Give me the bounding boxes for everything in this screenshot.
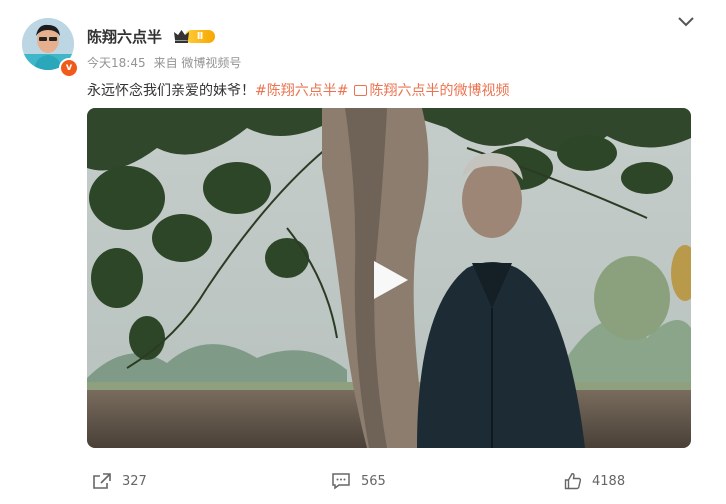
share-count: 327: [122, 473, 147, 489]
post-body: 永远怀念我们亲爱的妹爷！: [87, 83, 255, 99]
comment-count: 565: [361, 473, 386, 489]
level-badge[interactable]: Ⅱ: [173, 28, 217, 45]
link-icon: [354, 84, 368, 96]
author-name[interactable]: 陈翔六点半: [87, 26, 162, 47]
like-count: 4188: [592, 473, 626, 489]
video-link[interactable]: 陈翔六点半的微博视频: [369, 83, 509, 99]
post-source[interactable]: 来自 微博视频号: [154, 56, 242, 70]
post-time[interactable]: 今天18:45: [87, 56, 146, 70]
action-bar: 327 565 4188: [0, 468, 726, 494]
video-player[interactable]: [87, 108, 691, 448]
crown-icon: [174, 30, 189, 43]
verified-icon: v: [59, 58, 79, 78]
comment-icon: [332, 473, 350, 490]
post-text: 永远怀念我们亲爱的妹爷！#陈翔六点半# 陈翔六点半的微博视频: [87, 80, 509, 100]
comment-button[interactable]: 565: [331, 470, 386, 492]
hashtag-link[interactable]: #陈翔六点半#: [255, 83, 348, 99]
share-icon: [93, 473, 111, 489]
chevron-down-icon[interactable]: [676, 14, 696, 30]
like-button[interactable]: 4188: [564, 470, 625, 492]
post-meta: 今天18:45 来自 微博视频号: [87, 54, 249, 71]
video-thumbnail: [87, 108, 691, 448]
like-icon: [564, 473, 582, 490]
share-button[interactable]: 327: [92, 470, 147, 492]
